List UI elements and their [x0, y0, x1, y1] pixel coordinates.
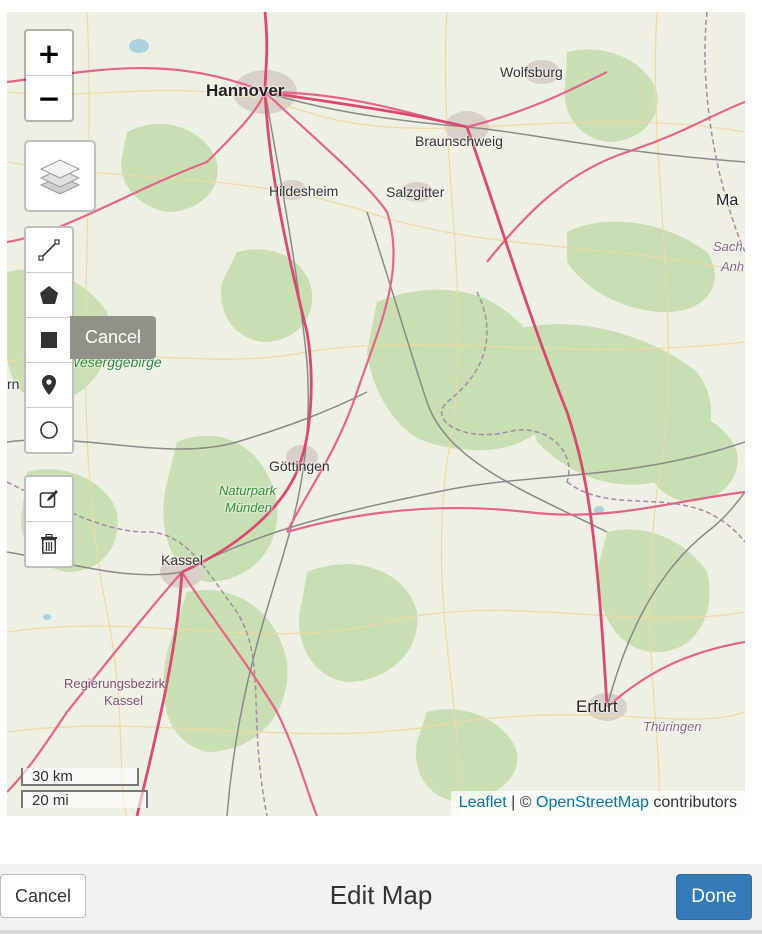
minus-icon: − — [37, 81, 61, 115]
draw-circle-button[interactable] — [26, 407, 72, 452]
leaflet-link[interactable]: Leaflet — [459, 794, 507, 811]
edit-toolbar — [24, 475, 74, 568]
zoom-out-button[interactable]: − — [26, 75, 72, 120]
state-label-anh: Anh — [721, 259, 745, 274]
marker-icon — [42, 375, 56, 395]
draw-marker-button[interactable] — [26, 362, 72, 407]
park-label-naturpark: Naturpark — [219, 483, 277, 498]
city-label-erfurt: Erfurt — [576, 697, 618, 716]
city-label-goettingen: Göttingen — [269, 458, 330, 474]
region-label-regierungsbezirk: Regierungsbezirk — [64, 676, 166, 691]
city-label-ma: Ma — [716, 192, 739, 209]
city-label-rn: rn — [7, 376, 20, 392]
trash-icon — [41, 534, 57, 554]
scale-control: 30 km 20 mi — [21, 768, 148, 809]
draw-cancel-button[interactable]: Cancel — [70, 316, 156, 359]
layers-button[interactable] — [24, 140, 96, 212]
plus-icon: + — [37, 36, 61, 70]
city-label-hildesheim: Hildesheim — [269, 183, 339, 199]
circle-icon — [40, 421, 58, 439]
draw-polyline-button[interactable] — [26, 228, 72, 272]
edit-layers-button[interactable] — [26, 477, 72, 521]
done-button[interactable]: Done — [676, 874, 752, 920]
city-label-kassel: Kassel — [161, 552, 204, 568]
draw-toolbar — [24, 226, 74, 454]
state-label-thueringen: Thüringen — [643, 719, 702, 734]
draw-polygon-button[interactable] — [26, 272, 72, 317]
scale-mi: 20 mi — [21, 790, 148, 809]
page-title: Edit Map — [329, 880, 433, 910]
zoom-in-button[interactable]: + — [26, 31, 72, 75]
polygon-icon — [40, 286, 58, 304]
city-label-braunschweig: Braunschweig — [415, 133, 503, 149]
polyline-icon — [38, 239, 60, 261]
zoom-control: + − — [24, 29, 74, 122]
map-canvas[interactable]: Hannover Wolfsburg Braunschweig Hildeshe… — [7, 12, 745, 816]
scale-km: 30 km — [21, 768, 139, 786]
osm-link[interactable]: OpenStreetMap — [536, 794, 649, 811]
attribution: Leaflet | © OpenStreetMap contributors — [450, 791, 745, 816]
attribution-separator: | © — [506, 794, 536, 811]
city-label-salzgitter: Salzgitter — [386, 184, 445, 200]
city-label-hannover: Hannover — [206, 81, 285, 100]
footer-bar: Cancel Edit Map Done — [0, 864, 762, 934]
city-label-wolfsburg: Wolfsburg — [500, 64, 563, 80]
attribution-suffix: contributors — [648, 794, 737, 811]
state-label-sach: Sach — [713, 239, 743, 254]
layers-icon — [39, 159, 81, 195]
rectangle-icon — [41, 332, 57, 348]
region-label-kassel: Kassel — [104, 693, 144, 708]
edit-icon — [39, 490, 58, 508]
delete-layers-button[interactable] — [26, 521, 72, 566]
draw-rectangle-button[interactable] — [26, 317, 72, 362]
park-label-muenden: Münden — [225, 500, 272, 515]
